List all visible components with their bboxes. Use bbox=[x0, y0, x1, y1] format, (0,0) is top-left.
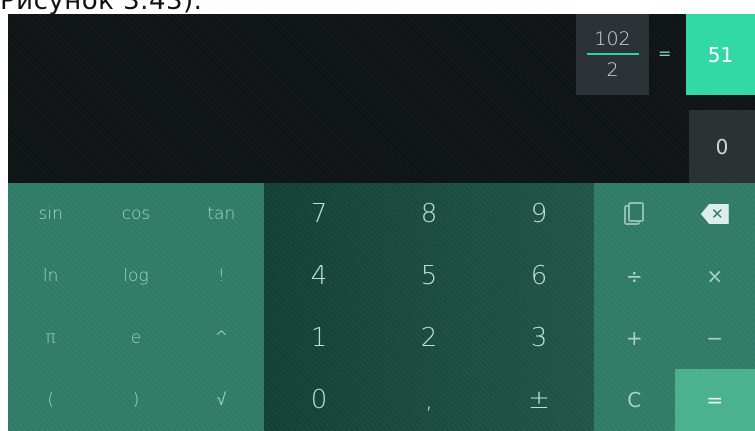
factorial-key[interactable]: ! bbox=[179, 245, 264, 307]
multiply-key[interactable]: × bbox=[675, 245, 755, 307]
power-key[interactable]: ^ bbox=[179, 307, 264, 369]
digit-7-key[interactable]: 7 bbox=[264, 183, 374, 245]
digit-8-key[interactable]: 8 bbox=[374, 183, 484, 245]
copy-button[interactable] bbox=[594, 183, 675, 245]
divide-key[interactable]: ÷ bbox=[594, 245, 675, 307]
expression-fraction[interactable]: 102 2 bbox=[576, 14, 649, 95]
e-key[interactable]: e bbox=[93, 307, 178, 369]
fraction-numerator: 102 bbox=[594, 28, 631, 50]
display-area: 102 2 = 51 0 bbox=[8, 14, 755, 183]
result-value[interactable]: 51 bbox=[686, 14, 755, 95]
fraction-bar bbox=[586, 53, 639, 55]
digit-6-key[interactable]: 6 bbox=[484, 245, 594, 307]
caption-text: Рисунок 3.43). bbox=[0, 0, 203, 16]
open-paren-key[interactable]: ( bbox=[8, 369, 93, 431]
sign-toggle-key[interactable]: ± bbox=[484, 369, 594, 431]
close-paren-key[interactable]: ) bbox=[93, 369, 178, 431]
result-equals-sign: = bbox=[658, 44, 672, 63]
function-keys-panel: sin cos tan ln log! π e ^ () √ bbox=[8, 183, 264, 431]
digit-0-key[interactable]: 0 bbox=[264, 369, 374, 431]
digit-3-key[interactable]: 3 bbox=[484, 307, 594, 369]
backspace-icon: ✕ bbox=[700, 204, 729, 224]
fraction-denominator: 2 bbox=[606, 59, 619, 81]
keypad: sin cos tan ln log! π e ^ () √ 7 8 9 4 5 6 1 2 3 0, ± ✕ ÷ ×… bbox=[8, 183, 755, 431]
clipboard-icon bbox=[624, 202, 645, 225]
current-input-value[interactable]: 0 bbox=[689, 110, 755, 183]
backspace-button[interactable]: ✕ bbox=[675, 183, 755, 245]
backspace-glyph: ✕ bbox=[710, 204, 724, 223]
digit-4-key[interactable]: 4 bbox=[264, 245, 374, 307]
add-key[interactable]: + bbox=[594, 307, 675, 369]
equals-key[interactable]: = bbox=[674, 369, 755, 431]
ln-key[interactable]: ln bbox=[8, 245, 93, 307]
number-keys-panel: 7 8 9 4 5 6 1 2 3 0, ± bbox=[264, 183, 594, 431]
digit-9-key[interactable]: 9 bbox=[484, 183, 594, 245]
operator-keys-panel: ✕ ÷ × + − C = bbox=[594, 183, 755, 431]
clear-key[interactable]: C bbox=[594, 369, 675, 431]
cos-key[interactable]: cos bbox=[93, 183, 178, 245]
digit-1-key[interactable]: 1 bbox=[264, 307, 374, 369]
subtract-key[interactable]: − bbox=[675, 307, 755, 369]
log-key[interactable]: log bbox=[93, 245, 178, 307]
tan-key[interactable]: tan bbox=[179, 183, 264, 245]
decimal-key[interactable]: , bbox=[374, 369, 484, 431]
digit-5-key[interactable]: 5 bbox=[374, 245, 484, 307]
pi-key[interactable]: π bbox=[8, 307, 93, 369]
digit-2-key[interactable]: 2 bbox=[374, 307, 484, 369]
calculator-app: 102 2 = 51 0 sin cos tan ln log! π e ^() √ 78945… bbox=[8, 14, 755, 431]
sin-key[interactable]: sin bbox=[8, 183, 93, 245]
sqrt-key[interactable]: √ bbox=[179, 369, 264, 431]
